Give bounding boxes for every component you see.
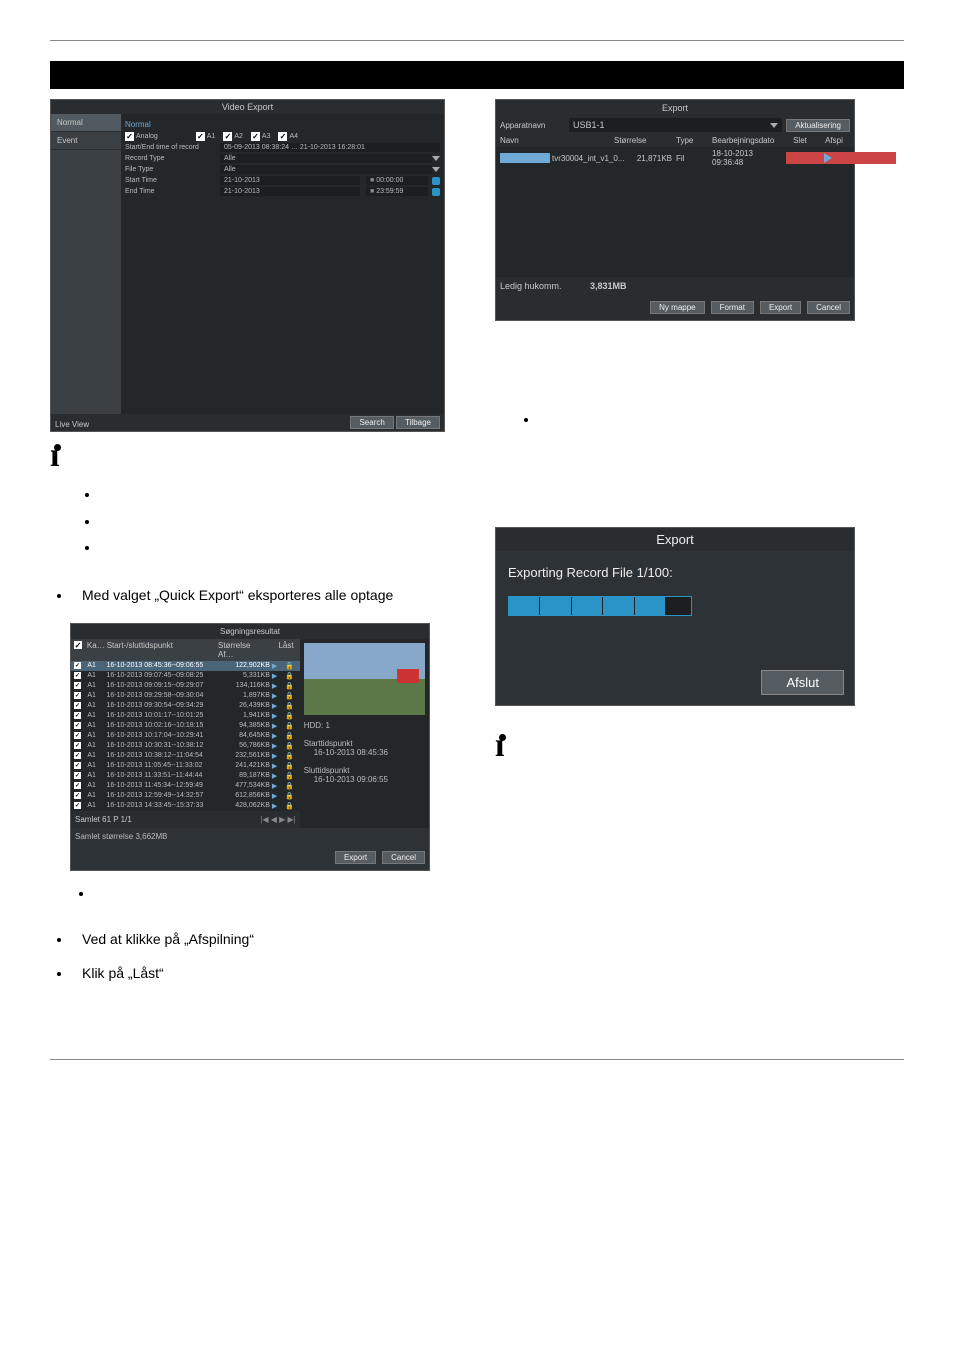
total-size: Samlet størrelse 3,662MB — [71, 828, 429, 845]
info-icon: ı — [50, 446, 59, 466]
export-button[interactable]: Export — [760, 301, 801, 314]
cancel-button[interactable]: Cancel — [807, 301, 850, 314]
checkbox-row[interactable]: ✓ — [74, 722, 81, 729]
format-button[interactable]: Format — [711, 301, 754, 314]
result-row[interactable]: ✓A116-10-2013 10:38:12--11:04:54232,561K… — [71, 751, 300, 761]
result-row[interactable]: ✓A116-10-2013 10:30:31--10:38:1256,786KB… — [71, 741, 300, 751]
panel-title: Normal — [125, 118, 440, 131]
finish-button[interactable]: Afslut — [761, 670, 844, 695]
checkbox-row[interactable]: ✓ — [74, 782, 81, 789]
result-row[interactable]: ✓A116-10-2013 12:59:49--14:32:57612,856K… — [71, 791, 300, 801]
search-button[interactable]: Search — [350, 416, 393, 429]
sub-bullet — [100, 539, 445, 557]
progress-title: Export — [496, 528, 854, 551]
cancel-button[interactable]: Cancel — [382, 851, 425, 864]
result-row[interactable]: ✓A116-10-2013 10:01:17--10:01:251,941KB▶… — [71, 711, 300, 721]
playback-text: Ved at klikke på „Afspilning“ — [72, 931, 445, 947]
checkbox-row[interactable]: ✓ — [74, 672, 81, 679]
export-title: Export — [496, 100, 854, 116]
checkbox-row[interactable]: ✓ — [74, 772, 81, 779]
window-title: Video Export — [51, 100, 444, 114]
checkbox-row[interactable]: ✓ — [74, 742, 81, 749]
checkbox-row[interactable]: ✓ — [74, 752, 81, 759]
start-time[interactable]: ■ 00:00:00 — [366, 176, 428, 185]
hdd-label: HDD: 1 — [304, 721, 425, 730]
result-row[interactable]: ✓A116-10-2013 14:33:45--15:37:33428,062K… — [71, 801, 300, 811]
checkbox-all[interactable]: ✓ — [74, 641, 82, 649]
checkbox-row[interactable]: ✓ — [74, 732, 81, 739]
video-export-window: Video Export Normal Event Normal ✓Analog… — [50, 99, 445, 432]
result-row[interactable]: ✓A116-10-2013 11:33:51--11:44:4489,187KB… — [71, 771, 300, 781]
result-row[interactable]: ✓A116-10-2013 10:02:16--10:18:1594,385KB… — [71, 721, 300, 731]
checkbox-a4[interactable]: ✓ — [278, 132, 287, 141]
checkbox-row[interactable]: ✓ — [74, 692, 81, 699]
checkbox-a3[interactable]: ✓ — [251, 132, 260, 141]
checkbox-row[interactable]: ✓ — [74, 802, 81, 809]
search-result-window: Søgningsresultat ✓ Ka… Start-/sluttidspu… — [70, 623, 430, 871]
pager-text: Samlet 61 P 1/1 — [75, 815, 132, 824]
back-button[interactable]: Tilbage — [396, 416, 440, 429]
live-view-link[interactable]: Live View — [55, 420, 89, 429]
progress-bar — [508, 596, 692, 616]
lock-text: Klik på „Låst“ — [72, 965, 445, 981]
checkbox-a1[interactable]: ✓ — [196, 132, 205, 141]
checkbox-a2[interactable]: ✓ — [223, 132, 232, 141]
record-range: 05-09-2013 08:38:24 … 21-10-2013 16:28:0… — [220, 143, 440, 152]
file-icon — [500, 153, 550, 163]
pager-nav[interactable]: |◀ ◀ ▶ ▶| — [260, 815, 295, 824]
checkbox-row[interactable]: ✓ — [74, 682, 81, 689]
export-progress-window: Export Exporting Record File 1/100: Afsl… — [495, 527, 855, 706]
play-icon[interactable] — [824, 153, 934, 163]
analog-label: Analog — [136, 133, 158, 140]
sidebar-item-normal[interactable]: Normal — [51, 114, 121, 132]
quick-export-text: Med valget „Quick Export“ eksporteres al… — [72, 587, 445, 603]
sub-bullet — [100, 513, 445, 531]
new-folder-button[interactable]: Ny mappe — [650, 301, 704, 314]
export-button[interactable]: Export — [335, 851, 376, 864]
record-type-select[interactable]: Alle — [220, 154, 432, 163]
result-row[interactable]: ✓A116-10-2013 09:09:15--09:29:07134,116K… — [71, 681, 300, 691]
checkbox-row[interactable]: ✓ — [74, 702, 81, 709]
refresh-button[interactable]: Aktualisering — [786, 119, 850, 132]
result-row[interactable]: ✓A116-10-2013 09:29:58--09:30:041,897KB▶… — [71, 691, 300, 701]
result-row[interactable]: ✓A116-10-2013 10:17:04--10:29:4184,645KB… — [71, 731, 300, 741]
result-row[interactable]: ✓A116-10-2013 11:45:34--12:59:49477,534K… — [71, 781, 300, 791]
sidebar-item-event[interactable]: Event — [51, 132, 121, 150]
checkbox-row[interactable]: ✓ — [74, 712, 81, 719]
checkbox-row[interactable]: ✓ — [74, 762, 81, 769]
search-result-title: Søgningsresultat — [71, 624, 429, 639]
section-header-bar — [50, 61, 904, 89]
empty-bullet — [94, 885, 445, 901]
top-rule — [50, 40, 904, 41]
sub-bullet — [100, 486, 445, 504]
clock-icon[interactable] — [432, 177, 440, 185]
checkbox-analog[interactable]: ✓ — [125, 132, 134, 141]
end-time[interactable]: ■ 23:59:59 — [366, 187, 428, 196]
progress-message: Exporting Record File 1/100: — [508, 565, 842, 580]
preview-thumbnail — [304, 643, 425, 715]
free-space-value: 3,831MB — [590, 281, 627, 291]
file-row[interactable]: tvr30004_int_v1_0... 21,871KB Fil 18-10-… — [496, 147, 854, 169]
device-select[interactable]: USB1-1 — [569, 118, 782, 132]
empty-bullet — [539, 411, 855, 427]
start-date[interactable]: 21-10-2013 — [220, 176, 360, 185]
result-row[interactable]: ✓A116-10-2013 08:45:36--09:06:55122,902K… — [71, 661, 300, 671]
result-row[interactable]: ✓A116-10-2013 09:30:54--09:34:2926,439KB… — [71, 701, 300, 711]
result-row[interactable]: ✓A116-10-2013 09:07:45--09:08:255,331KB▶… — [71, 671, 300, 681]
info-icon: ı — [495, 736, 504, 756]
export-destination-window: Export Apparatnavn USB1-1 Aktualisering … — [495, 99, 855, 321]
chevron-down-icon — [770, 123, 778, 128]
result-row[interactable]: ✓A116-10-2013 11:05:45--11:33:02241,421K… — [71, 761, 300, 771]
checkbox-row[interactable]: ✓ — [74, 792, 81, 799]
file-type-select[interactable]: Alle — [220, 165, 432, 174]
checkbox-row[interactable]: ✓ — [74, 662, 81, 669]
page-footer — [50, 1059, 904, 1064]
end-date[interactable]: 21-10-2013 — [220, 187, 360, 196]
clock-icon[interactable] — [432, 188, 440, 196]
